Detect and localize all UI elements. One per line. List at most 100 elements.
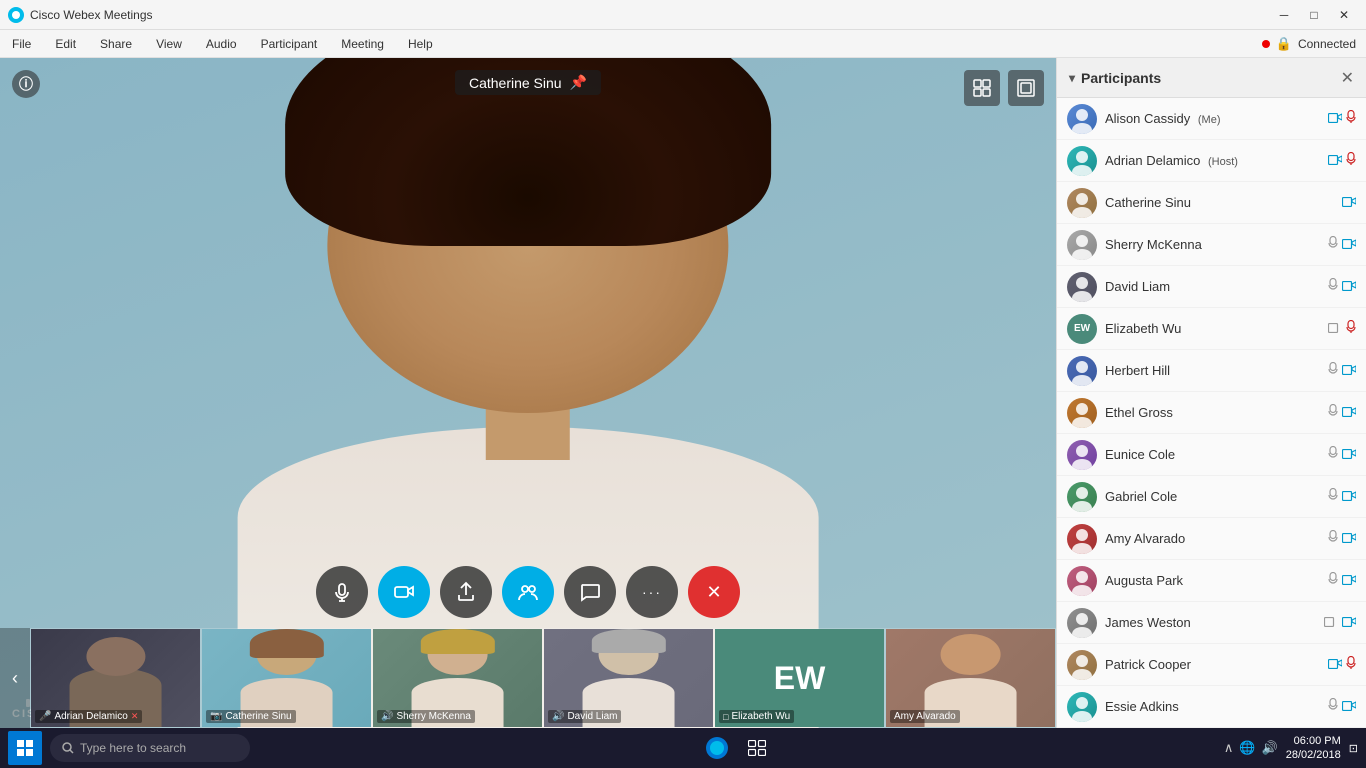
- menu-help[interactable]: Help: [404, 35, 437, 53]
- thumbnail-item[interactable]: Amy Alvarado: [885, 628, 1056, 728]
- participants-button[interactable]: [502, 566, 554, 618]
- participants-panel: ▾ Participants ✕ Alison Cassidy (Me): [1056, 58, 1366, 728]
- thumbnail-item[interactable]: 🎤 Adrian Delamico ✕: [30, 628, 201, 728]
- participant-item[interactable]: Catherine Sinu: [1057, 182, 1366, 224]
- participant-name: David Liam: [1105, 279, 1328, 294]
- chat-button[interactable]: [564, 566, 616, 618]
- search-box[interactable]: Type here to search: [50, 734, 250, 762]
- thumbnail-item[interactable]: 🔊 Sherry McKenna: [372, 628, 543, 728]
- more-button[interactable]: ···: [626, 566, 678, 618]
- menu-edit[interactable]: Edit: [51, 35, 80, 53]
- video-top-right-controls: [964, 70, 1044, 106]
- share-button[interactable]: [440, 566, 492, 618]
- thumb-mic-icon: 🔊: [381, 711, 393, 722]
- thumbnail-strip: ‹ 🎤 Adrian Delamico ✕: [0, 628, 1056, 728]
- thumb-name: Catherine Sinu: [225, 711, 291, 722]
- close-button[interactable]: ✕: [1330, 4, 1358, 26]
- secure-icon: 🔒: [1276, 36, 1292, 52]
- taskbar-left: Type here to search: [8, 731, 250, 765]
- panel-close-button[interactable]: ✕: [1341, 68, 1354, 88]
- participant-name: James Weston: [1105, 615, 1324, 630]
- participant-name: Ethel Gross: [1105, 405, 1328, 420]
- end-call-button[interactable]: ✕: [688, 566, 740, 618]
- pin-icon[interactable]: 📌: [570, 74, 587, 91]
- avatar: EW: [1067, 314, 1097, 344]
- video-button[interactable]: [378, 566, 430, 618]
- avatar: [1067, 692, 1097, 722]
- participant-icons: [1328, 110, 1356, 127]
- cortana-button[interactable]: [699, 730, 735, 766]
- thumbnail-item[interactable]: 🔊 David Liam: [543, 628, 714, 728]
- chevron-icon: ▾: [1069, 71, 1075, 85]
- chevron-up-icon[interactable]: ∧: [1224, 740, 1234, 756]
- connected-label: Connected: [1298, 37, 1356, 51]
- participant-item[interactable]: Adrian Delamico (Host): [1057, 140, 1366, 182]
- volume-icon[interactable]: 🔊: [1262, 740, 1278, 756]
- participant-item[interactable]: James Weston: [1057, 602, 1366, 644]
- thumb-name: Elizabeth Wu: [731, 711, 790, 722]
- mic-wave-icon: [1328, 488, 1338, 505]
- participant-name: Gabriel Cole: [1105, 489, 1328, 504]
- thumb-video-icon: □: [723, 712, 728, 722]
- avatar: [1067, 272, 1097, 302]
- participant-item[interactable]: Amy Alvarado: [1057, 518, 1366, 560]
- layout-button[interactable]: [964, 70, 1000, 106]
- participant-item[interactable]: EW Elizabeth Wu: [1057, 308, 1366, 350]
- menu-view[interactable]: View: [152, 35, 186, 53]
- thumbnail-item[interactable]: EW □ Elizabeth Wu: [714, 628, 885, 728]
- mic-active-icon: [1346, 320, 1356, 337]
- participant-item[interactable]: Augusta Park: [1057, 560, 1366, 602]
- thumbnail-item[interactable]: 📷 Catherine Sinu: [201, 628, 372, 728]
- participant-icons: [1328, 698, 1356, 715]
- participant-name: Amy Alvarado: [1105, 531, 1328, 546]
- thumb-label: □ Elizabeth Wu: [719, 710, 794, 723]
- video-icon: [1328, 111, 1342, 126]
- participant-item[interactable]: Sherry McKenna: [1057, 224, 1366, 266]
- participant-list: Alison Cassidy (Me) Adr: [1057, 98, 1366, 728]
- thumb-label: 🔊 David Liam: [548, 710, 621, 723]
- participant-item[interactable]: Essie Adkins: [1057, 686, 1366, 728]
- network-icon[interactable]: 🌐: [1239, 740, 1255, 756]
- mic-wave-icon: [1328, 572, 1338, 589]
- thumb-prev-button[interactable]: ‹: [0, 628, 30, 728]
- menu-participant[interactable]: Participant: [257, 35, 322, 53]
- menu-meeting[interactable]: Meeting: [337, 35, 388, 53]
- maximize-button[interactable]: □: [1300, 4, 1328, 26]
- thumb-label: 📷 Catherine Sinu: [206, 710, 296, 723]
- start-button[interactable]: [8, 731, 42, 765]
- mic-muted-icon: [1346, 152, 1356, 169]
- minimize-button[interactable]: ─: [1270, 4, 1298, 26]
- participant-icons: [1328, 362, 1356, 379]
- video-icon: [1328, 153, 1342, 168]
- record-indicator: [1262, 40, 1270, 48]
- participant-item[interactable]: Herbert Hill: [1057, 350, 1366, 392]
- title-bar-left: Cisco Webex Meetings: [8, 7, 153, 23]
- video-icon: [1342, 531, 1356, 546]
- participant-item[interactable]: Alison Cassidy (Me): [1057, 98, 1366, 140]
- notification-icon[interactable]: ⊡: [1349, 742, 1358, 755]
- task-view-button[interactable]: [739, 730, 775, 766]
- taskbar-right: ∧ 🌐 🔊 06:00 PM 28/02/2018 ⊡: [1224, 734, 1358, 763]
- mute-button[interactable]: [316, 566, 368, 618]
- clock[interactable]: 06:00 PM 28/02/2018: [1286, 734, 1341, 763]
- participant-item[interactable]: Eunice Cole: [1057, 434, 1366, 476]
- mic-off-icon: [1328, 404, 1338, 421]
- avatar: [1067, 440, 1097, 470]
- menu-audio[interactable]: Audio: [202, 35, 241, 53]
- menu-file[interactable]: File: [8, 35, 35, 53]
- mic-icon: [1328, 698, 1338, 715]
- participant-item[interactable]: Gabriel Cole: [1057, 476, 1366, 518]
- info-button[interactable]: ⓘ: [12, 70, 40, 98]
- mic-wave-icon: [1328, 530, 1338, 547]
- menu-share[interactable]: Share: [96, 35, 136, 53]
- participant-item[interactable]: Ethel Gross: [1057, 392, 1366, 434]
- participant-icons: [1324, 615, 1356, 630]
- participant-item[interactable]: David Liam: [1057, 266, 1366, 308]
- video-icon: [1342, 237, 1356, 252]
- avatar: [1067, 398, 1097, 428]
- participant-item[interactable]: Patrick Cooper: [1057, 644, 1366, 686]
- avatar: [1067, 482, 1097, 512]
- participant-name: Adrian Delamico (Host): [1105, 153, 1328, 168]
- sync-button[interactable]: [1008, 70, 1044, 106]
- host-badge: (Host): [1208, 156, 1238, 168]
